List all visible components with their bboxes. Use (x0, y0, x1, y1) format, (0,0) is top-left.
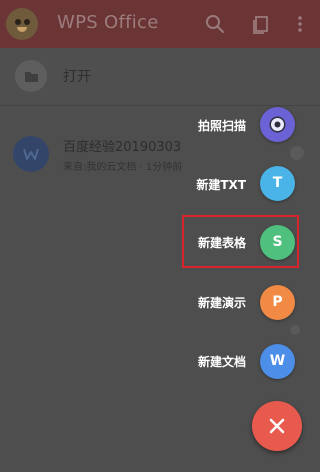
new-document-label[interactable]: 新建文档 (198, 353, 246, 370)
open-label: 打开 (63, 69, 91, 85)
new-spreadsheet-label[interactable]: 新建表格 (198, 234, 246, 251)
presentation-glyph: P (272, 294, 283, 310)
new-txt-label[interactable]: 新建TXT (196, 176, 246, 193)
spreadsheet-icon[interactable]: S (260, 225, 295, 260)
document-type-icon (13, 136, 49, 172)
presentation-icon[interactable]: P (260, 285, 295, 320)
star-icon[interactable] (290, 146, 304, 160)
txt-glyph: T (272, 175, 283, 191)
scan-label[interactable]: 拍照扫描 (198, 117, 246, 134)
folder-icon (15, 60, 47, 92)
close-fab-button[interactable] (252, 401, 302, 451)
multi-window-icon[interactable] (249, 12, 273, 36)
document-glyph: W (269, 353, 286, 369)
close-icon (269, 418, 285, 434)
document-icon[interactable]: W (260, 344, 295, 379)
more-icon (290, 325, 300, 335)
app-screen: WPS Office 打开 百度经验20190303 来自:我的云文档 · 1分… (0, 0, 320, 472)
camera-icon[interactable] (260, 107, 295, 142)
txt-icon[interactable]: T (260, 166, 295, 201)
app-bar: WPS Office (0, 0, 320, 48)
recent-doc-title[interactable]: 百度经验20190303 (63, 136, 181, 155)
more-icon[interactable] (288, 12, 312, 36)
search-icon[interactable] (203, 12, 227, 36)
divider (0, 105, 320, 106)
recent-doc-subtitle: 来自:我的云文档 · 1分钟前 (63, 162, 183, 173)
avatar-icon[interactable] (6, 8, 38, 40)
app-title: WPS Office (57, 12, 159, 33)
spreadsheet-glyph: S (272, 234, 283, 250)
new-presentation-label[interactable]: 新建演示 (198, 294, 246, 311)
open-row[interactable] (0, 48, 320, 104)
